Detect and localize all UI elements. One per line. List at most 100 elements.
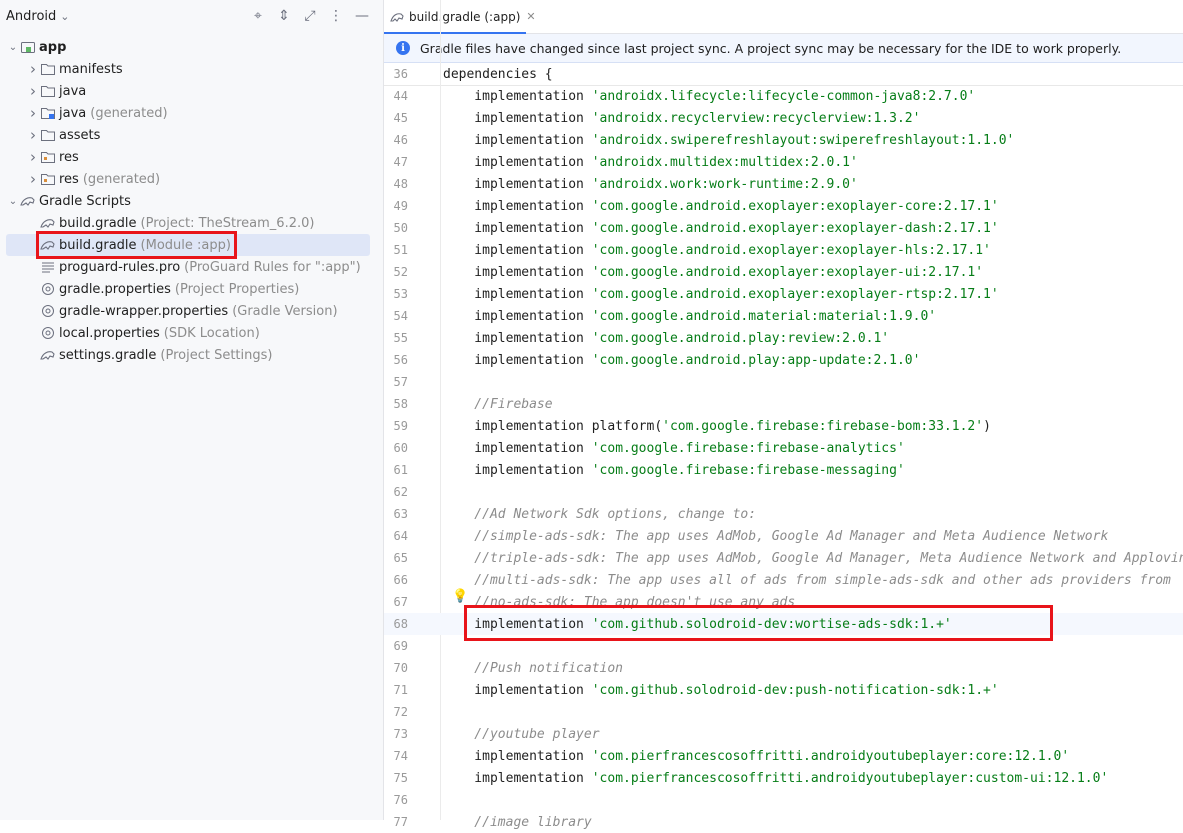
- chevron-down-icon[interactable]: ⌄: [6, 196, 20, 207]
- code-line[interactable]: 63 //Ad Network Sdk options, change to:: [384, 503, 1183, 525]
- code-line[interactable]: 56 implementation 'com.google.android.pl…: [384, 349, 1183, 371]
- tree-item-label: manifests: [59, 61, 123, 77]
- code-keyword: implementation: [443, 110, 592, 126]
- code-text: //no-ads-sdk: The app doesn't use any ad…: [443, 595, 795, 610]
- code-line[interactable]: 49 implementation 'com.google.android.ex…: [384, 195, 1183, 217]
- code-keyword: implementation: [443, 462, 592, 478]
- code-line[interactable]: 57: [384, 371, 1183, 393]
- code-line[interactable]: 55 implementation 'com.google.android.pl…: [384, 327, 1183, 349]
- tree-item[interactable]: ⌄ Gradle Scripts: [6, 190, 370, 212]
- code-line[interactable]: 47 implementation 'androidx.multidex:mul…: [384, 151, 1183, 173]
- tree-item[interactable]: settings.gradle (Project Settings): [6, 344, 370, 366]
- code-keyword: implementation: [443, 132, 592, 148]
- code-line[interactable]: 72: [384, 701, 1183, 723]
- tree-item[interactable]: proguard-rules.pro (ProGuard Rules for ":…: [6, 256, 370, 278]
- tree-item[interactable]: ⌄ app: [6, 36, 370, 58]
- code-line[interactable]: 62: [384, 481, 1183, 503]
- code-string: 'com.google.android.material:material:1.…: [591, 308, 937, 324]
- chevron-right-icon[interactable]: ›: [26, 148, 40, 166]
- line-number: 52: [393, 265, 408, 279]
- code-keyword: implementation: [443, 242, 592, 258]
- code-text: implementation 'com.google.firebase:fire…: [443, 463, 905, 478]
- tree-item[interactable]: › java: [6, 80, 370, 102]
- code-keyword: implementation: [443, 308, 592, 324]
- code-line[interactable]: 64 //simple-ads-sdk: The app uses AdMob,…: [384, 525, 1183, 547]
- project-panel: Android ⌄ ⌖ ⇕ ⤢ ⋮ — ⌄ app › manifests › java ›…: [0, 0, 384, 820]
- code-line[interactable]: 45 implementation 'androidx.recyclerview…: [384, 107, 1183, 129]
- tree-item-hint: (ProGuard Rules for ":app"): [184, 259, 361, 275]
- view-mode-selector[interactable]: Android: [6, 9, 56, 24]
- code-line[interactable]: 65 //triple-ads-sdk: The app uses AdMob,…: [384, 547, 1183, 569]
- code-line[interactable]: 53 implementation 'com.google.android.ex…: [384, 283, 1183, 305]
- gradle-icon: [20, 193, 36, 209]
- tree-item[interactable]: build.gradle (Module :app): [6, 234, 370, 256]
- code-area[interactable]: 44 implementation 'androidx.lifecycle:li…: [384, 85, 1183, 830]
- code-line[interactable]: 58 //Firebase: [384, 393, 1183, 415]
- tree-item[interactable]: › res: [6, 146, 370, 168]
- code-line[interactable]: 70 //Push notification: [384, 657, 1183, 679]
- lightbulb-icon[interactable]: 💡: [452, 589, 468, 604]
- chevron-down-icon[interactable]: ⌄: [6, 42, 20, 53]
- code-line[interactable]: 51 implementation 'com.google.android.ex…: [384, 239, 1183, 261]
- tree-item[interactable]: gradle-wrapper.properties (Gradle Version…: [6, 300, 370, 322]
- tree-item[interactable]: gradle.properties (Project Properties): [6, 278, 370, 300]
- tree-item-label: app: [39, 39, 67, 55]
- collapse-all-icon[interactable]: ⤢: [301, 6, 319, 26]
- tree-item[interactable]: local.properties (SDK Location): [6, 322, 370, 344]
- code-line[interactable]: 75 implementation 'com.pierfrancescosoff…: [384, 767, 1183, 789]
- locate-icon[interactable]: ⌖: [249, 6, 267, 26]
- code-text: implementation 'com.google.android.exopl…: [443, 199, 998, 214]
- line-number: 60: [393, 441, 408, 455]
- code-line[interactable]: 46 implementation 'androidx.swiperefresh…: [384, 129, 1183, 151]
- code-line[interactable]: 52 implementation 'com.google.android.ex…: [384, 261, 1183, 283]
- chevron-right-icon[interactable]: ›: [26, 126, 40, 144]
- more-options-icon[interactable]: ⋮: [327, 6, 345, 26]
- code-string: 'com.google.android.play:review:2.0.1': [591, 330, 890, 346]
- gradle-file-icon: [40, 347, 56, 363]
- line-number: 63: [393, 507, 408, 521]
- tree-item-label: res: [59, 171, 79, 187]
- code-keyword: implementation: [443, 748, 592, 764]
- code-line[interactable]: 59 implementation platform('com.google.f…: [384, 415, 1183, 437]
- code-line[interactable]: 61 implementation 'com.google.firebase:f…: [384, 459, 1183, 481]
- code-line[interactable]: 69: [384, 635, 1183, 657]
- code-line[interactable]: 66 //multi-ads-sdk: The app uses all of …: [384, 569, 1183, 591]
- tree-item[interactable]: build.gradle (Project: TheStream_6.2.0): [6, 212, 370, 234]
- tree-item[interactable]: › manifests: [6, 58, 370, 80]
- code-line[interactable]: 68 implementation 'com.github.solodroid-…: [384, 613, 1183, 635]
- code-line[interactable]: 76: [384, 789, 1183, 811]
- code-line[interactable]: 77 //image library: [384, 811, 1183, 833]
- chevron-right-icon[interactable]: ›: [26, 82, 40, 100]
- expand-all-icon[interactable]: ⇕: [275, 6, 293, 26]
- close-icon[interactable]: ✕: [526, 10, 535, 23]
- code-comment: //no-ads-sdk: The app doesn't use any ad…: [443, 594, 796, 610]
- gradle-file-icon: [40, 215, 56, 231]
- hide-icon[interactable]: —: [353, 6, 371, 26]
- info-icon: i: [396, 41, 410, 55]
- chevron-right-icon[interactable]: ›: [26, 170, 40, 188]
- chevron-right-icon[interactable]: ›: [26, 60, 40, 78]
- tree-item[interactable]: › java (generated): [6, 102, 370, 124]
- code-line[interactable]: 60 implementation 'com.google.firebase:f…: [384, 437, 1183, 459]
- code-text: implementation 'com.pierfrancescosoffrit…: [443, 771, 1108, 786]
- code-line[interactable]: 73 //youtube player: [384, 723, 1183, 745]
- code-line[interactable]: 50 implementation 'com.google.android.ex…: [384, 217, 1183, 239]
- code-line[interactable]: 67 //no-ads-sdk: The app doesn't use any…: [384, 591, 1183, 613]
- tree-item[interactable]: › assets: [6, 124, 370, 146]
- folder-res-icon: [40, 171, 56, 187]
- code-line[interactable]: 44 implementation 'androidx.lifecycle:li…: [384, 85, 1183, 107]
- chevron-right-icon[interactable]: ›: [26, 104, 40, 122]
- line-number: 74: [393, 749, 408, 763]
- code-line[interactable]: 48 implementation 'androidx.work:work-ru…: [384, 173, 1183, 195]
- line-number: 65: [393, 551, 408, 565]
- code-line[interactable]: 74 implementation 'com.pierfrancescosoff…: [384, 745, 1183, 767]
- code-line[interactable]: 54 implementation 'com.google.android.ma…: [384, 305, 1183, 327]
- code-line[interactable]: 71 implementation 'com.github.solodroid-…: [384, 679, 1183, 701]
- tree-item[interactable]: › res (generated): [6, 168, 370, 190]
- tab-build-gradle-app[interactable]: build.gradle (:app) ✕: [384, 0, 542, 33]
- sticky-scroll-line[interactable]: 36 dependencies {: [384, 63, 1183, 86]
- code-string: 'androidx.swiperefreshlayout:swiperefres…: [591, 132, 1015, 148]
- line-number: 66: [393, 573, 408, 587]
- chevron-down-icon[interactable]: ⌄: [60, 10, 69, 23]
- code-text: //Firebase: [443, 397, 552, 412]
